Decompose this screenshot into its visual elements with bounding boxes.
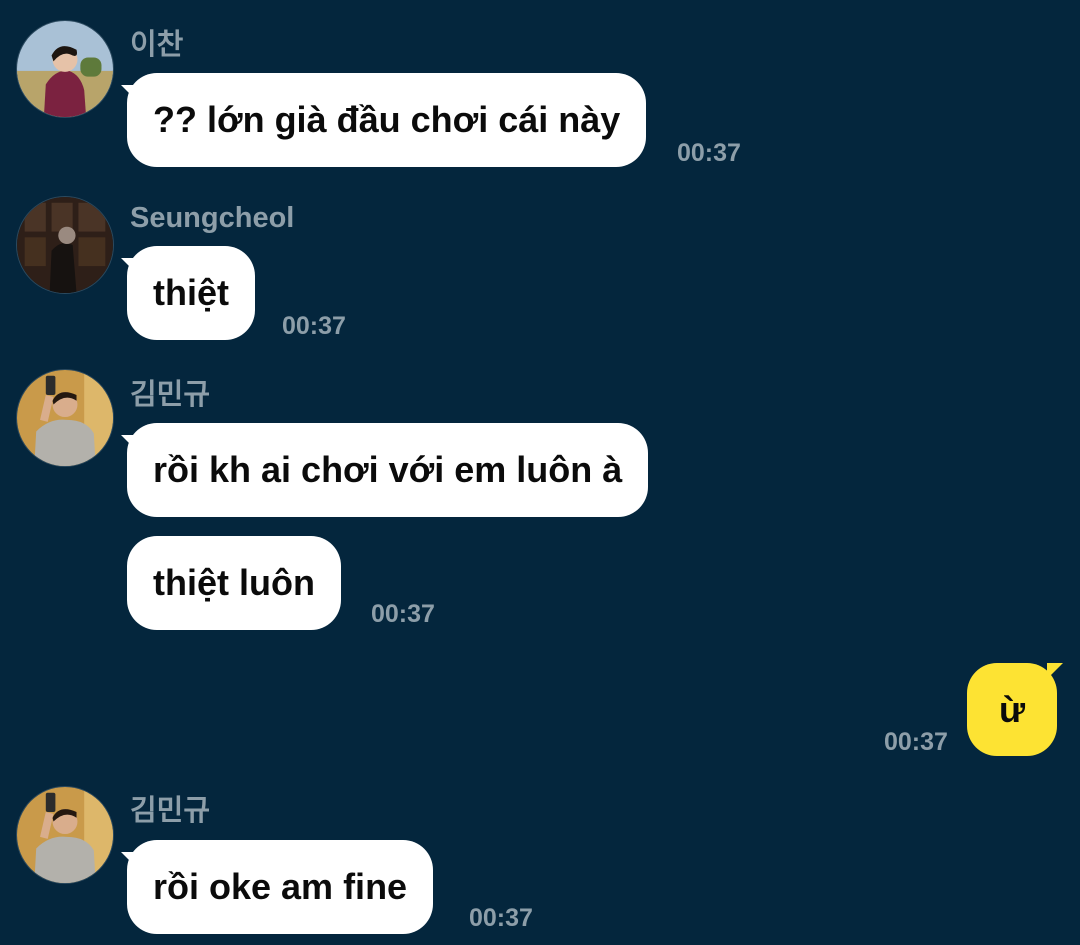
message-time: 00:37 [677,139,741,167]
avatar[interactable] [16,20,114,118]
message-time: 00:37 [469,904,533,932]
avatar-person-mirror-selfie-icon [17,787,113,883]
avatar[interactable] [16,196,114,294]
avatar-person-dark-room-icon [17,197,113,293]
message-time: 00:37 [371,600,435,628]
sender-name: 이찬 [130,29,184,61]
message-time: 00:37 [282,312,346,340]
avatar-person-mirror-selfie-icon [17,370,113,466]
avatar[interactable] [16,786,114,884]
sender-name: 김민규 [130,379,211,411]
message-bubble[interactable]: rồi oke am fine [120,840,434,934]
message-bubble[interactable]: thiệt [121,246,255,340]
sender-name: 김민규 [130,795,211,827]
message-time: 00:37 [884,728,948,756]
sender-name: Seungcheol [130,202,295,234]
my-message-bubble[interactable]: ừ [967,663,1063,756]
message-bubble[interactable]: rồi kh ai chơi với em luôn à [120,423,649,517]
message-bubble[interactable]: thiệt luôn [127,536,341,630]
avatar[interactable] [16,369,114,467]
avatar-person-maroon-hoodie-icon [17,21,113,117]
message-bubble[interactable]: ?? lớn già đầu chơi cái này [120,73,647,167]
